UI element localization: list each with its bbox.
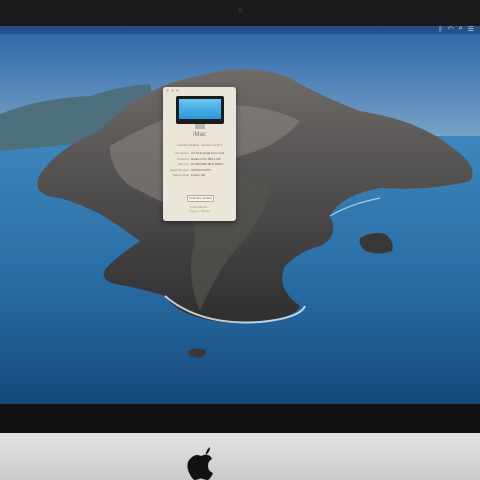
window-footer: System Report... Support · Service — [163, 206, 236, 214]
model-name: iMac — [193, 132, 206, 138]
spec-value: Fusion HD — [191, 173, 206, 177]
support-links[interactable]: Support · Service — [163, 210, 236, 214]
bluetooth-icon[interactable]: ᛒ — [438, 26, 442, 33]
menu-bar: ᛒ ◠ ⌕ ☰ — [0, 26, 480, 34]
spec-key: Startup Disk — [172, 173, 189, 177]
monitor-chin — [0, 433, 480, 480]
os-version: macOS Catalina · Version 10.15.7 — [176, 143, 223, 147]
window-titlebar[interactable] — [163, 87, 236, 93]
close-button[interactable] — [166, 89, 169, 92]
about-this-mac-window: iMac macOS Catalina · Version 10.15.7 Pr… — [163, 87, 236, 221]
control-center-icon[interactable]: ☰ — [468, 26, 474, 33]
wifi-icon[interactable]: ◠ — [448, 26, 454, 33]
desktop-screen: ᛒ ◠ ⌕ ☰ iMac macOS Catalina · Version 10… — [0, 26, 480, 404]
spec-row: Startup Disk Fusion HD — [167, 173, 232, 179]
desktop-wallpaper — [0, 26, 480, 404]
minimize-button[interactable] — [171, 89, 174, 92]
camera — [238, 8, 243, 13]
zoom-button[interactable] — [176, 89, 179, 92]
imac-image — [175, 96, 224, 129]
search-icon[interactable]: ⌕ — [459, 26, 463, 33]
apple-logo-icon — [187, 447, 213, 480]
software-update-button[interactable]: Software Update — [187, 195, 214, 202]
spec-list: Processor 3.2 GHz Quad-Core Intel Graphi… — [163, 151, 236, 179]
